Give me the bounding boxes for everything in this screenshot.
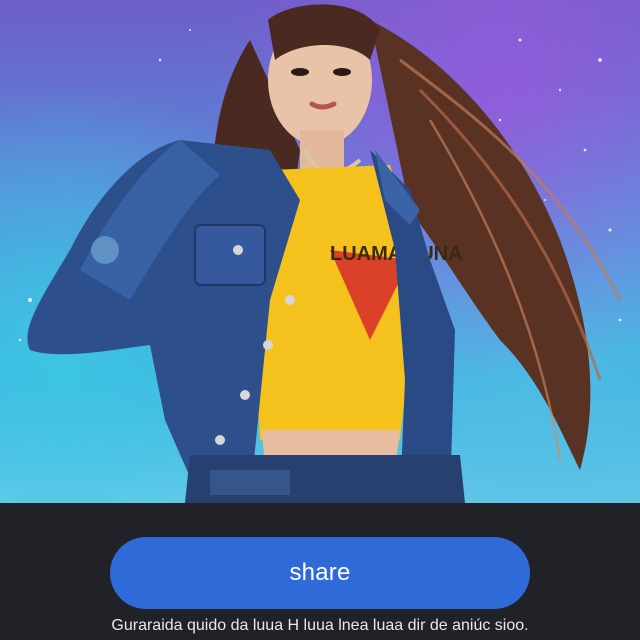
- bottom-panel: share Guraraida quido da luua H luua lne…: [0, 503, 640, 640]
- jacket-pocket: [194, 224, 266, 286]
- generated-portrait-image: LUAMA LUNA: [0, 0, 640, 503]
- caption-text: Guraraida quido da luua H luua lnea luaa…: [111, 617, 529, 634]
- app-screen: LUAMA LUNA share Guraraida quido da luua…: [0, 0, 640, 640]
- share-button[interactable]: share: [110, 537, 530, 609]
- portrait-illustration: LUAMA LUNA: [18, 4, 622, 503]
